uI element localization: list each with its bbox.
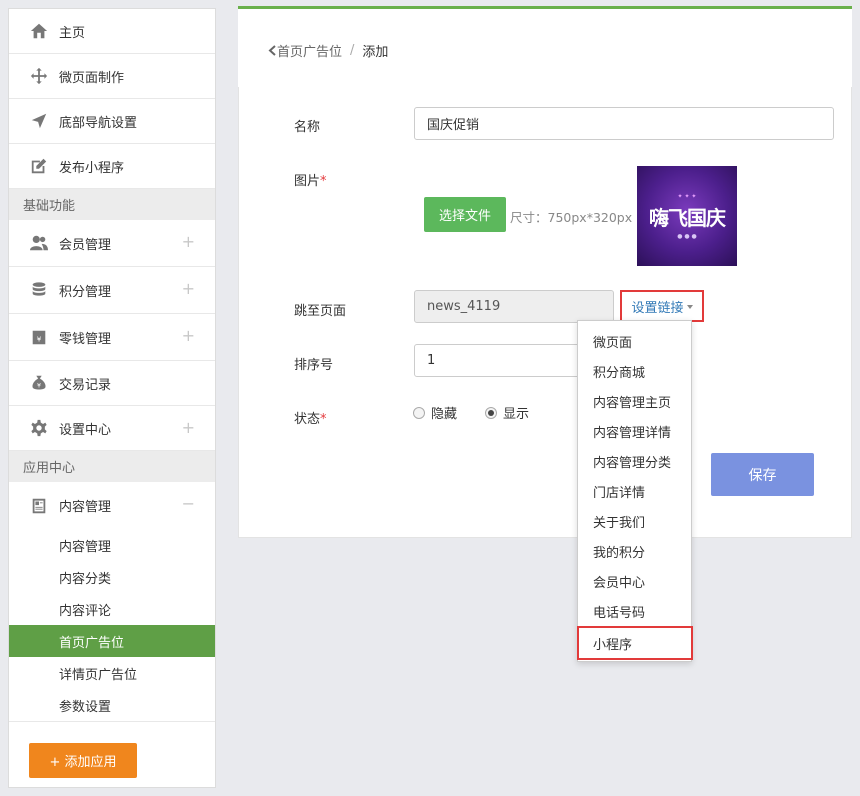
status-label-text: 状态	[294, 412, 321, 427]
move-icon	[29, 66, 49, 86]
jump-page-label: 跳至页面	[294, 304, 347, 319]
add-app-area: + 添加应用	[9, 721, 215, 778]
sub-item-content-category[interactable]: 内容分类	[9, 561, 215, 593]
name-input[interactable]: 国庆促销	[414, 107, 834, 140]
required-mark: *	[320, 412, 327, 427]
wallet-icon: ¥	[29, 327, 49, 347]
expand-plus-icon[interactable]: +	[182, 418, 195, 437]
navigation-arrow-icon	[29, 111, 49, 131]
svg-text:¥: ¥	[37, 335, 42, 344]
database-icon	[29, 280, 49, 300]
collapse-minus-icon[interactable]: −	[182, 494, 195, 513]
expand-plus-icon[interactable]: +	[182, 326, 195, 345]
chevron-left-icon	[268, 45, 276, 56]
breadcrumb-back-label: 首页广告位	[277, 45, 343, 60]
dropdown-item-mini-program[interactable]: 小程序	[577, 626, 693, 660]
edit-square-icon	[29, 156, 49, 176]
sidebar-item-label: 主页	[59, 25, 86, 41]
name-input-value: 国庆促销	[427, 118, 480, 133]
section-header-app: 应用中心	[9, 451, 215, 482]
sort-label: 排序号	[294, 358, 334, 373]
link-dropdown-menu: 微页面 积分商城 内容管理主页 内容管理详情 内容管理分类 门店详情 关于我们 …	[577, 320, 693, 662]
sidebar-item-content[interactable]: 内容管理 −	[9, 482, 215, 529]
save-button[interactable]: 保存	[711, 453, 814, 496]
sub-item-content-manage[interactable]: 内容管理	[9, 529, 215, 561]
sidebar-item-label: 底部导航设置	[59, 115, 138, 131]
sidebar-item-label: 设置中心	[59, 422, 112, 438]
name-label: 名称	[294, 120, 321, 135]
dropdown-item-content-category[interactable]: 内容管理分类	[578, 446, 691, 476]
dropdown-item-my-points[interactable]: 我的积分	[578, 536, 691, 566]
document-icon	[29, 496, 49, 516]
sidebar-item-label: 会员管理	[59, 237, 112, 253]
section-header-basic: 基础功能	[9, 189, 215, 220]
sidebar-item-bottom-nav[interactable]: 底部导航设置	[9, 99, 215, 144]
sidebar-item-label: 发布小程序	[59, 160, 125, 176]
sidebar-item-points[interactable]: 积分管理 +	[9, 267, 215, 314]
image-label: 图片*	[294, 170, 327, 189]
sidebar-item-publish[interactable]: 发布小程序	[9, 144, 215, 189]
expand-plus-icon[interactable]: +	[182, 279, 195, 298]
sub-item-home-ad[interactable]: 首页广告位	[9, 625, 215, 657]
breadcrumb-separator: /	[350, 43, 355, 58]
sidebar-item-members[interactable]: 会员管理 +	[9, 220, 215, 267]
image-size-hint: 尺寸：750px*320px	[510, 210, 633, 225]
set-link-label: 设置链接	[631, 300, 684, 316]
dropdown-item-micro-page[interactable]: 微页面	[578, 326, 691, 356]
sidebar-item-label: 零钱管理	[59, 331, 112, 347]
breadcrumb-back-link[interactable]: 首页广告位	[268, 41, 342, 60]
sub-item-detail-ad[interactable]: 详情页广告位	[9, 657, 215, 689]
svg-text:¥: ¥	[37, 383, 41, 390]
banner-title: 嗨飞国庆	[649, 205, 726, 230]
choose-file-button[interactable]: 选择文件	[424, 197, 506, 232]
breadcrumb-current: 添加	[362, 45, 389, 60]
sidebar-item-change[interactable]: ¥ 零钱管理 +	[9, 314, 215, 361]
status-show-radio[interactable]: 显示	[485, 403, 529, 422]
sidebar-item-label: 微页面制作	[59, 70, 125, 86]
sidebar-item-micro-page[interactable]: 微页面制作	[9, 54, 215, 99]
dropdown-item-member-center[interactable]: 会员中心	[578, 566, 691, 596]
add-app-button[interactable]: + 添加应用	[29, 743, 137, 778]
dropdown-item-store-detail[interactable]: 门店详情	[578, 476, 691, 506]
status-hidden-radio[interactable]: 隐藏	[413, 403, 457, 422]
required-mark: *	[320, 174, 327, 189]
sub-item-content-comments[interactable]: 内容评论	[9, 593, 215, 625]
money-bag-icon: ¥	[29, 373, 49, 393]
gear-icon	[29, 418, 49, 438]
dropdown-item-points-mall[interactable]: 积分商城	[578, 356, 691, 386]
dropdown-item-about-us[interactable]: 关于我们	[578, 506, 691, 536]
status-hidden-label: 隐藏	[431, 407, 458, 422]
expand-plus-icon[interactable]: +	[182, 232, 195, 251]
sidebar-item-label: 积分管理	[59, 284, 112, 300]
sidebar-item-transactions[interactable]: ¥ 交易记录	[9, 361, 215, 406]
sidebar-item-settings[interactable]: 设置中心 +	[9, 406, 215, 451]
caret-down-icon	[686, 305, 693, 309]
sub-item-params[interactable]: 参数设置	[9, 689, 215, 721]
users-icon	[29, 233, 49, 253]
sort-input-value: 1	[427, 353, 436, 368]
status-label: 状态*	[294, 408, 327, 427]
set-link-button[interactable]: 设置链接	[620, 290, 704, 322]
header-panel: 首页广告位 / 添加	[238, 6, 852, 87]
sidebar-item-label: 交易记录	[59, 377, 112, 393]
jump-page-input: news_4119	[414, 290, 614, 323]
status-show-label: 显示	[503, 407, 530, 422]
radio-off-icon	[413, 406, 425, 419]
radio-on-icon	[485, 406, 497, 419]
banner-preview-image: ✦ ✦ ✦ 嗨飞国庆 ● ● ●	[637, 166, 737, 266]
image-label-text: 图片	[294, 174, 321, 189]
banner-deco-bottom: ● ● ●	[677, 232, 697, 240]
sidebar-item-label: 内容管理	[59, 500, 112, 515]
sidebar-item-home[interactable]: 主页	[9, 9, 215, 54]
dropdown-item-content-home[interactable]: 内容管理主页	[578, 386, 691, 416]
dropdown-item-content-detail[interactable]: 内容管理详情	[578, 416, 691, 446]
home-icon	[29, 21, 49, 41]
banner-deco-top: ✦ ✦ ✦	[677, 192, 697, 200]
form-panel: 名称 国庆促销 图片* 选择文件 尺寸：750px*320px ✦ ✦ ✦ 嗨飞…	[238, 87, 852, 538]
jump-page-value: news_4119	[427, 299, 501, 314]
dropdown-item-phone[interactable]: 电话号码	[578, 596, 691, 626]
breadcrumb: 首页广告位 / 添加	[268, 41, 388, 60]
sidebar: 主页 微页面制作 底部导航设置 发布小程序 基础功能 会员管理 + 积分管理 +…	[8, 8, 216, 788]
